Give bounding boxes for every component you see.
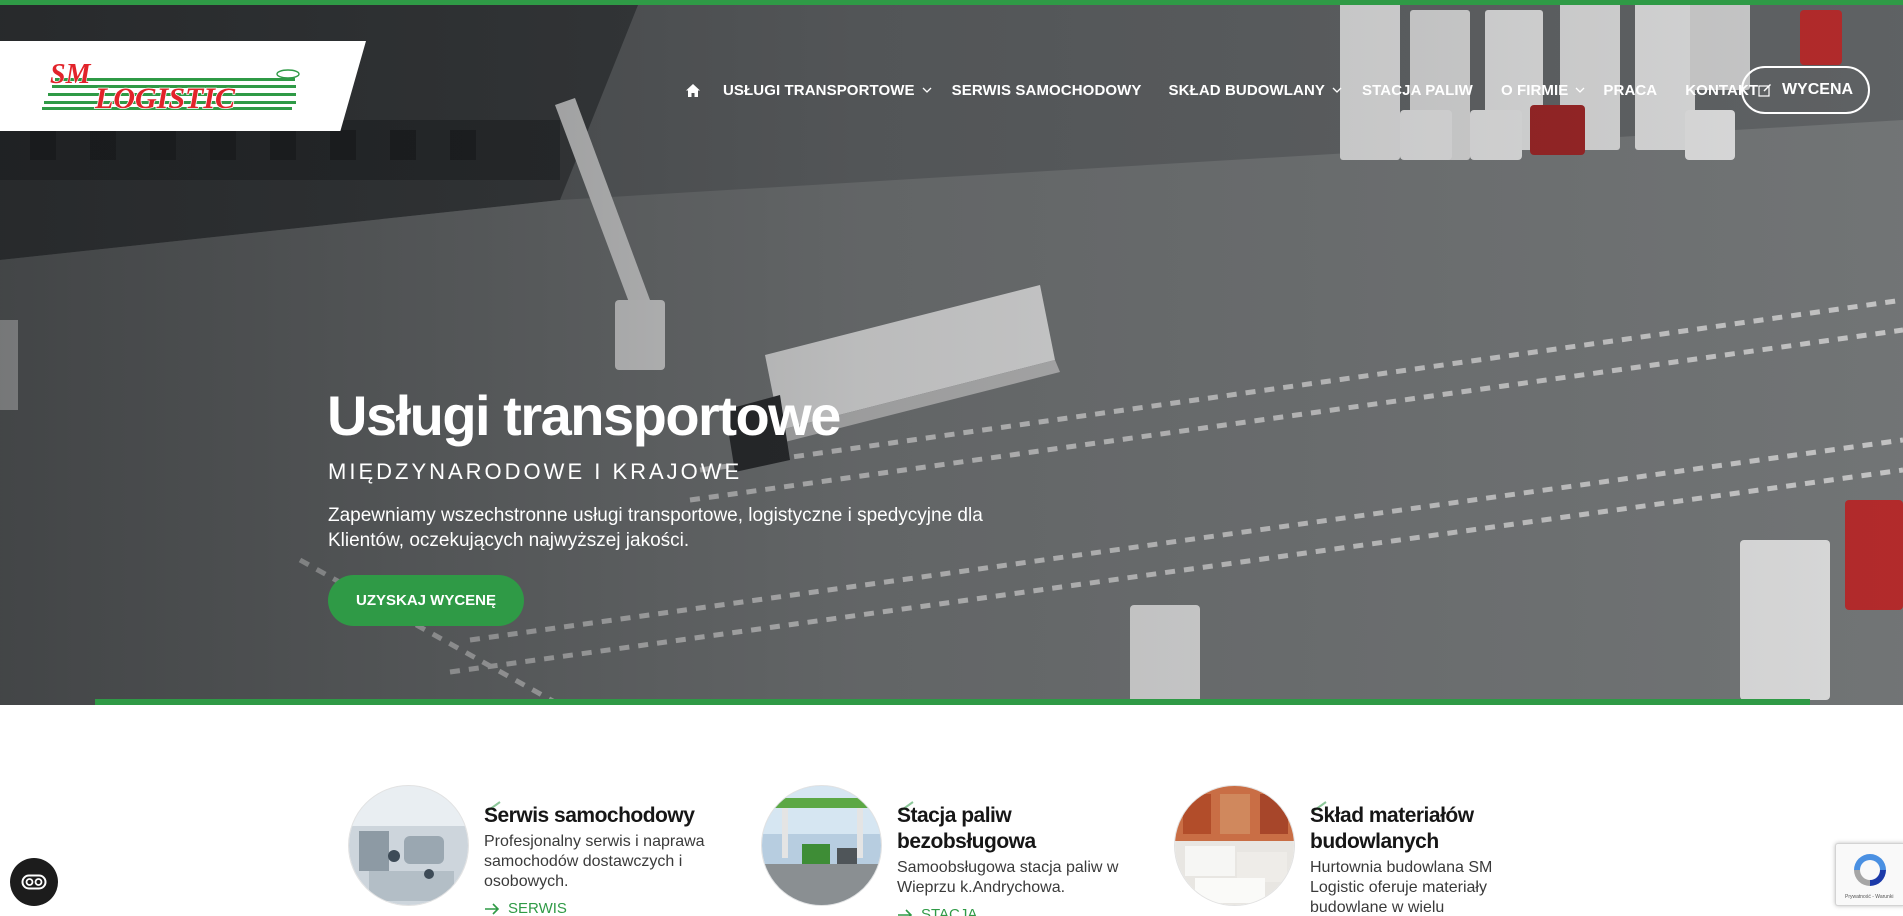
service-title: Serwis samochodowy (484, 804, 695, 827)
nav-item-o-firmie[interactable]: O FIRMIE (1501, 82, 1587, 99)
quote-button-label: WYCENA (1781, 81, 1854, 98)
nav-item-serwis-samochodowy[interactable]: SERWIS SAMOCHODOWY (952, 82, 1142, 99)
sm-logistic-logo: SM LOGISTIC (42, 59, 300, 116)
nav-item-praca[interactable]: PRACA (1603, 82, 1657, 99)
service-title: Skład materiałów budowlanych (1310, 804, 1474, 853)
arrow-right-icon (485, 902, 500, 915)
recaptcha-badge[interactable]: Prywatność - Warunki (1835, 843, 1903, 906)
site-logo[interactable]: SM LOGISTIC (0, 41, 366, 131)
service-image-stacja (761, 785, 882, 906)
nav-item-label: O FIRMIE (1500, 81, 1569, 99)
hero-title: Usługi transportowe (327, 384, 841, 447)
main-navigation: USŁUGI TRANSPORTOWE SERWIS SAMOCHODOWY S… (685, 78, 1758, 102)
recaptcha-terms[interactable]: Prywatność - Warunki (1845, 894, 1893, 900)
nav-item-sklad-budowlany[interactable]: SKŁAD BUDOWLANY (1169, 82, 1345, 99)
service-link-label: STACJA (921, 906, 978, 916)
get-quote-button-label: UZYSKAJ WYCENĘ (355, 592, 497, 609)
nav-item-label: SKŁAD BUDOWLANY (1168, 81, 1326, 99)
chevron-down-icon (1575, 87, 1585, 93)
svg-text:SM: SM (50, 59, 92, 90)
service-image-serwis (348, 785, 469, 906)
home-icon (686, 83, 700, 97)
service-body: Stacja paliw bezobsługowa Samoobsługowa … (897, 803, 1127, 916)
get-quote-button[interactable]: UZYSKAJ WYCENĘ (328, 575, 524, 626)
quote-button[interactable]: WYCENA (1741, 66, 1870, 114)
hero-subtitle: MIĘDZYNARODOWE I KRAJOWE (328, 459, 743, 484)
service-card-stacja: Stacja paliw bezobsługowa Samoobsługowa … (761, 785, 1141, 916)
service-description: Hurtownia budowlana SM Logistic oferuje … (1310, 859, 1493, 916)
service-link-stacja[interactable]: STACJA (897, 906, 1127, 916)
chevron-down-icon (922, 87, 932, 93)
nav-item-label: STACJA PALIW (1362, 81, 1473, 99)
nav-item-label: PRACA (1603, 81, 1658, 99)
arrow-right-icon (898, 908, 913, 916)
nav-home[interactable] (685, 83, 701, 98)
recaptcha-icon (1854, 854, 1886, 886)
service-description: Samoobsługowa stacja paliw w Wieprzu k.A… (897, 859, 1119, 896)
service-link-label: SERWIS (508, 900, 567, 916)
service-image-sklad (1174, 785, 1295, 906)
nav-item-label: USŁUGI TRANSPORTOWE (723, 81, 915, 99)
edit-icon (1758, 84, 1771, 97)
svg-text:LOGISTIC: LOGISTIC (94, 82, 236, 115)
service-card-serwis: Serwis samochodowy Profesjonalny serwis … (348, 785, 728, 916)
top-accent-bar (0, 0, 1903, 5)
nav-item-stacja-paliw[interactable]: STACJA PALIW (1362, 82, 1473, 99)
chevron-down-icon (1332, 87, 1342, 93)
accessibility-button[interactable] (10, 858, 58, 906)
hero-bottom-accent-line (95, 699, 1810, 705)
nav-item-label: SERWIS SAMOCHODOWY (951, 81, 1142, 99)
service-body: Skład materiałów budowlanych Hurtownia b… (1310, 803, 1540, 916)
hero-description: Zapewniamy wszechstronne usługi transpor… (328, 505, 983, 551)
service-body: Serwis samochodowy Profesjonalny serwis … (484, 803, 714, 916)
accessibility-icon (21, 874, 47, 890)
nav-item-uslugi-transportowe[interactable]: USŁUGI TRANSPORTOWE (723, 82, 934, 99)
service-description: Profesjonalny serwis i naprawa samochodó… (484, 833, 705, 890)
service-link-serwis[interactable]: SERWIS (484, 900, 714, 916)
service-card-sklad: Skład materiałów budowlanych Hurtownia b… (1174, 785, 1554, 916)
service-title: Stacja paliw bezobsługowa (897, 804, 1036, 853)
